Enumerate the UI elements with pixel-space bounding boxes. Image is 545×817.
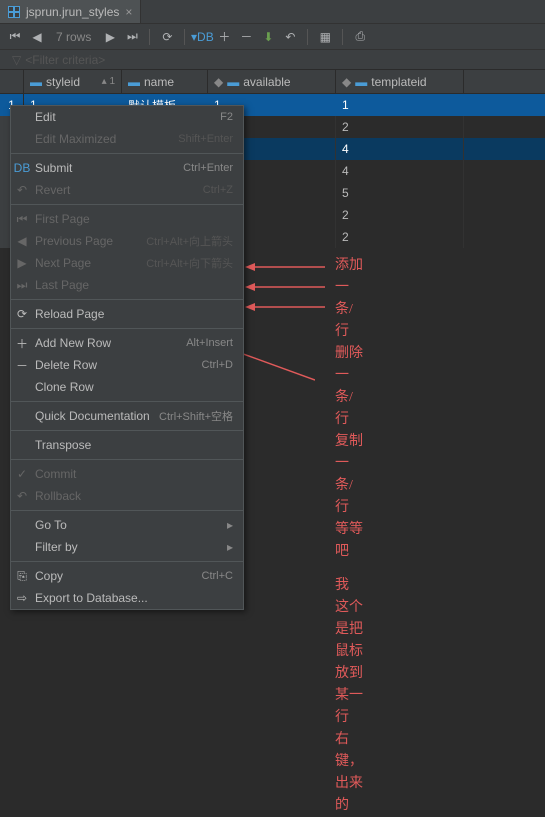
anno-clone: 复制一条/行 [335,431,363,519]
menu-last-page: ⏭Last Page [11,274,243,296]
menu-rollback: ↶Rollback [11,485,243,507]
first-icon: ⏮ [15,212,29,227]
prev-page-icon[interactable]: ◀ [28,28,46,46]
anno-etc: 等等吧 [335,519,363,563]
export-icon: ⇨ [15,591,29,605]
commit-icon: ✓ [15,467,29,481]
menu-previous-page: ◀Previous PageCtrl+Alt+向上箭头 [11,230,243,252]
menu-clone-row[interactable]: Clone Row [11,376,243,398]
close-icon[interactable]: × [125,5,132,19]
delete-row-icon[interactable]: － [237,28,255,46]
next-page-icon[interactable]: ▶ [101,28,119,46]
anno-note2: 右键，出来的 [335,729,363,817]
menu-delete-row[interactable]: －Delete RowCtrl+D [11,354,243,376]
minus-icon: － [15,357,29,374]
col-header-styleid[interactable]: ▬ styleid ▴ 1 [24,70,122,93]
menu-copy[interactable]: ⎘CopyCtrl+C [11,565,243,587]
menu-first-page: ⏮First Page [11,208,243,230]
tab-label: jsprun.jrun_styles [26,5,119,19]
chevron-right-icon: ▸ [227,540,233,554]
prev-icon: ◀ [15,234,29,248]
cell-templateid[interactable]: 1 [336,94,464,116]
rownum-header [0,70,24,93]
anno-add: 添加一条/行 [335,255,363,343]
col-header-name[interactable]: ▬ name [122,70,208,93]
col-header-available[interactable]: ◆ ▬ available [208,70,336,93]
menu-reload[interactable]: ⟳Reload Page [11,303,243,325]
column-icon: ▬ [227,75,239,89]
cell-templateid[interactable]: 2 [336,116,464,138]
chevron-right-icon: ▸ [227,518,233,532]
funnel-icon: ▽ [12,53,21,67]
filter-placeholder: <Filter criteria> [25,53,105,67]
menu-export[interactable]: ⇨Export to Database... [11,587,243,609]
column-icon: ▬ [355,75,367,89]
sort-indicator: ▴ 1 [102,76,115,87]
cell-templateid[interactable]: 4 [336,160,464,182]
column-icon: ▬ [30,75,42,89]
context-menu: EditF2 Edit MaximizedShift+Enter DBSubmi… [10,105,244,610]
cell-templateid[interactable]: 2 [336,226,464,248]
first-page-icon[interactable]: ⏮ [6,28,24,46]
cell-templateid[interactable]: 5 [336,182,464,204]
cell-templateid[interactable]: 2 [336,204,464,226]
menu-edit[interactable]: EditF2 [11,106,243,128]
commit-icon[interactable]: ⬇ [259,28,277,46]
anno-note1: 我 这个是把鼠标放到某一行 [335,575,363,729]
menu-commit: ✓Commit [11,463,243,485]
menu-quick-doc[interactable]: Quick DocumentationCtrl+Shift+空格 [11,405,243,427]
menu-next-page: ▶Next PageCtrl+Alt+向下箭头 [11,252,243,274]
reload-icon: ⟳ [15,307,29,321]
column-icon: ▬ [128,75,140,89]
add-row-icon[interactable]: ＋ [215,28,233,46]
undo-icon: ↶ [15,183,29,197]
reload-icon[interactable]: ⟳ [158,28,176,46]
filter-row[interactable]: ▽ <Filter criteria> [0,50,545,70]
menu-transpose[interactable]: Transpose [11,434,243,456]
plus-icon: ＋ [15,335,29,352]
menu-filter-by[interactable]: Filter by▸ [11,536,243,558]
column-header-row: ▬ styleid ▴ 1 ▬ name ◆ ▬ available ◆ ▬ t… [0,70,545,94]
anno-del: 删除一条/行 [335,343,363,431]
menu-goto[interactable]: Go To▸ [11,514,243,536]
menu-add-row[interactable]: ＋Add New RowAlt+Insert [11,332,243,354]
ddl-icon[interactable]: ⎙ [351,28,369,46]
copy-icon: ⎘ [15,569,29,584]
rollback-icon[interactable]: ↶ [281,28,299,46]
menu-submit[interactable]: DBSubmitCtrl+Enter [11,157,243,179]
col-header-templateid[interactable]: ◆ ▬ templateid [336,70,464,93]
rollback-icon: ↶ [15,489,29,503]
rows-count: 7 rows [56,30,91,44]
next-icon: ▶ [15,256,29,270]
menu-revert: ↶RevertCtrl+Z [11,179,243,201]
table-icon [8,6,20,18]
view-icon[interactable]: ▦ [316,28,334,46]
db-icon: DB [15,161,29,175]
toolbar: ⏮ ◀ 7 rows ▶ ⏭ ⟳ ▾DB ＋ － ⬇ ↶ ▦ ⎙ [0,24,545,50]
last-page-icon[interactable]: ⏭ [123,28,141,46]
tab-bar: jsprun.jrun_styles × [0,0,545,24]
tab-jsprun[interactable]: jsprun.jrun_styles × [0,0,141,23]
submit-db-icon[interactable]: ▾DB [193,28,211,46]
cell-templateid[interactable]: 4 [336,138,464,160]
last-icon: ⏭ [15,278,29,293]
menu-edit-maximized: Edit MaximizedShift+Enter [11,128,243,150]
